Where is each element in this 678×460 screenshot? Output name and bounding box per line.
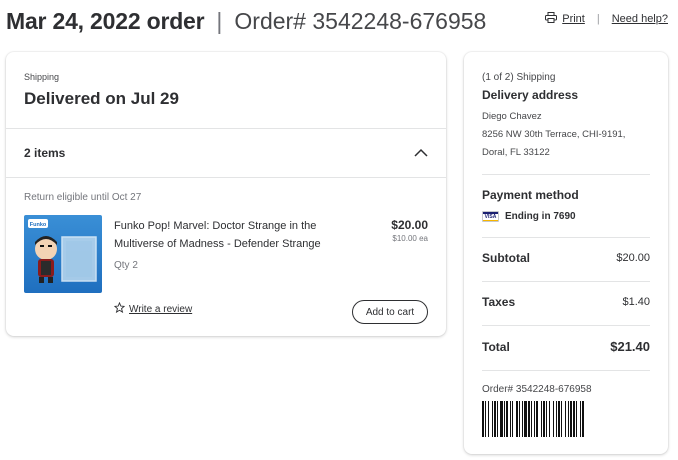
subtotal-value: $20.00 bbox=[616, 252, 650, 264]
taxes-row: Taxes $1.40 bbox=[482, 295, 650, 309]
address-line-2: Doral, FL 33122 bbox=[482, 147, 550, 158]
product-name-link[interactable]: Funko Pop! Marvel: Doctor Strange in the… bbox=[114, 217, 354, 253]
thumb-brand-label: Funko bbox=[30, 222, 47, 228]
product-price: $20.00 bbox=[391, 218, 428, 232]
subtotal-label: Subtotal bbox=[482, 251, 530, 265]
divider bbox=[482, 237, 650, 238]
product-thumbnail[interactable]: Funko bbox=[24, 215, 102, 293]
total-row: Total $21.40 bbox=[482, 339, 650, 354]
delivery-status: Delivered on Jul 29 bbox=[24, 89, 179, 108]
links-separator: | bbox=[596, 13, 600, 25]
items-toggle[interactable]: 2 items bbox=[24, 129, 428, 177]
divider bbox=[6, 177, 446, 178]
taxes-label: Taxes bbox=[482, 295, 516, 309]
address-line-1: 8256 NW 30th Terrace, CHI-9191, bbox=[482, 129, 626, 140]
taxes-value: $1.40 bbox=[622, 296, 650, 308]
header-separator: | bbox=[216, 7, 223, 34]
return-eligibility: Return eligible until Oct 27 bbox=[24, 192, 142, 203]
chevron-up-icon bbox=[414, 144, 428, 162]
shipment-card: Shipping Delivered on Jul 29 2 items Ret… bbox=[6, 52, 446, 336]
order-barcode bbox=[482, 401, 650, 437]
printer-icon bbox=[545, 12, 558, 26]
items-count: 2 items bbox=[24, 146, 66, 160]
order-summary-card: (1 of 2) Shipping Delivery address Diego… bbox=[464, 52, 668, 454]
divider bbox=[482, 325, 650, 326]
subtotal-row: Subtotal $20.00 bbox=[482, 251, 650, 265]
add-to-cart-button[interactable]: Add to cart bbox=[352, 300, 428, 324]
visa-card-icon: VISA bbox=[482, 211, 499, 222]
shipping-label: Shipping bbox=[24, 72, 60, 82]
address-name: Diego Chavez bbox=[482, 111, 542, 122]
need-help-link[interactable]: Need help? bbox=[612, 13, 668, 25]
order-number-title: Order# 3542248-676958 bbox=[234, 7, 487, 34]
order-header: Mar 24, 2022 order | Order# 3542248-6769… bbox=[6, 6, 486, 36]
total-label: Total bbox=[482, 339, 510, 354]
divider bbox=[482, 174, 650, 175]
shipment-counter: (1 of 2) Shipping bbox=[482, 72, 556, 83]
print-link[interactable]: Print bbox=[545, 12, 585, 26]
divider bbox=[482, 281, 650, 282]
write-review-link[interactable]: Write a review bbox=[113, 301, 193, 316]
write-review-label: Write a review bbox=[129, 303, 193, 315]
payment-method-title: Payment method bbox=[482, 188, 579, 202]
summary-order-number: Order# 3542248-676958 bbox=[482, 384, 592, 395]
card-ending: Ending in 7690 bbox=[505, 211, 576, 222]
divider bbox=[482, 370, 650, 371]
delivery-address: Diego Chavez 8256 NW 30th Terrace, CHI-9… bbox=[482, 108, 625, 162]
top-links: Print | Need help? bbox=[545, 12, 668, 26]
payment-method: VISA Ending in 7690 bbox=[482, 211, 576, 222]
star-outline-icon bbox=[113, 301, 126, 316]
product-unit-price: $10.00 ea bbox=[392, 234, 428, 243]
product-quantity: Qty 2 bbox=[114, 260, 138, 271]
order-date-title: Mar 24, 2022 order bbox=[6, 7, 205, 34]
print-label: Print bbox=[562, 13, 585, 25]
total-value: $21.40 bbox=[610, 339, 650, 354]
delivery-address-title: Delivery address bbox=[482, 88, 579, 102]
